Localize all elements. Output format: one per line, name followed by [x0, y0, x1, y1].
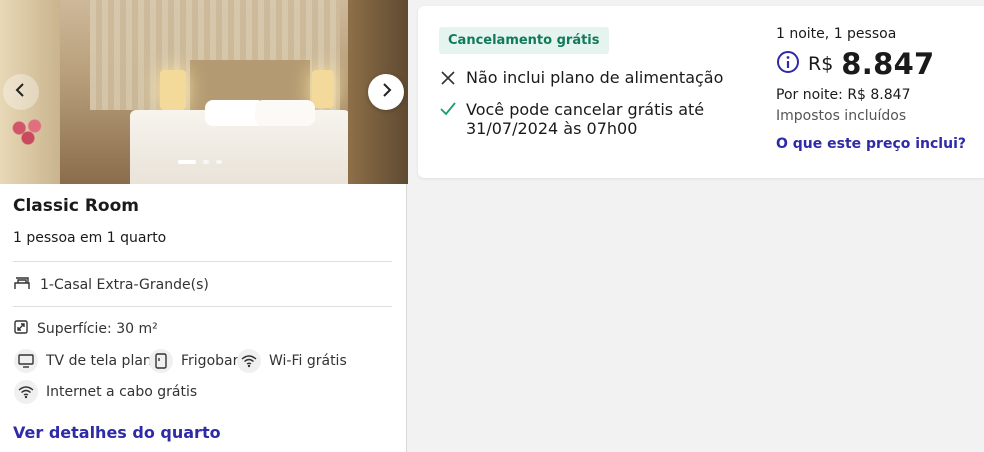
minibar-icon [149, 349, 173, 373]
room-card: Classic Room 1 pessoa em 1 quarto 1-Casa… [0, 0, 408, 452]
wifi-icon [237, 349, 261, 373]
total-price: 8.847 [841, 47, 935, 81]
policy-item: Você pode cancelar grátis até 31/07/2024… [440, 100, 740, 138]
price-row: R$ 8.847 [776, 47, 976, 81]
divider [13, 261, 392, 262]
amenity-label: Frigobar [181, 353, 239, 369]
free-cancellation-badge: Cancelamento grátis [439, 27, 609, 54]
amenity-item: Internet a cabo grátis [14, 380, 197, 404]
amenity-item: Wi-Fi grátis [237, 349, 347, 373]
gallery-dot[interactable] [178, 160, 196, 164]
info-icon[interactable] [776, 50, 800, 78]
gallery-dot[interactable] [203, 160, 209, 164]
room-details-link[interactable]: Ver detalhes do quarto [13, 423, 221, 442]
chevron-left-icon [14, 82, 28, 102]
bed-info: 1-Casal Extra-Grande(s) [13, 274, 209, 296]
taxes-note: Impostos incluídos [776, 108, 907, 124]
amenity-item: Frigobar [149, 349, 238, 373]
price-includes-link[interactable]: O que este preço inclui? [776, 136, 976, 152]
room-title: Classic Room [13, 196, 139, 216]
wired-internet-icon [14, 380, 38, 404]
chevron-right-icon [379, 82, 393, 102]
area-info: Superfície: 30 m² [13, 319, 158, 339]
nights-guests: 1 noite, 1 pessoa [776, 26, 897, 42]
amenity-label: Internet a cabo grátis [46, 384, 198, 400]
area-label: Superfície: 30 m² [37, 321, 158, 337]
bed-icon [13, 274, 31, 296]
price-block: 1 noite, 1 pessoa R$ 8.847 Por noite: R$… [776, 26, 976, 152]
amenity-label: Wi-Fi grátis [269, 353, 347, 369]
policy-text: Você pode cancelar grátis até 31/07/2024… [466, 100, 705, 138]
area-icon [13, 319, 29, 339]
room-occupancy: 1 pessoa em 1 quarto [13, 230, 167, 246]
check-icon [440, 100, 456, 119]
gallery-pagination [178, 160, 222, 164]
policy-text: Não inclui plano de alimentação [466, 68, 724, 87]
gallery-prev-button[interactable] [3, 74, 39, 110]
divider [13, 306, 392, 307]
policy-item: Não inclui plano de alimentação [440, 68, 723, 87]
x-icon [440, 68, 456, 87]
amenity-item: TV de tela plana [14, 349, 160, 373]
tv-icon [14, 349, 38, 373]
price-currency: R$ [808, 53, 834, 75]
room-photo[interactable] [0, 0, 408, 184]
gallery-next-button[interactable] [368, 74, 404, 110]
per-night-price: Por noite: R$ 8.847 [776, 87, 911, 103]
amenity-label: TV de tela plana [46, 353, 161, 369]
rate-card: Cancelamento grátis Não inclui plano de … [418, 6, 984, 178]
bed-label: 1-Casal Extra-Grande(s) [40, 277, 209, 293]
gallery-dot[interactable] [216, 160, 222, 164]
